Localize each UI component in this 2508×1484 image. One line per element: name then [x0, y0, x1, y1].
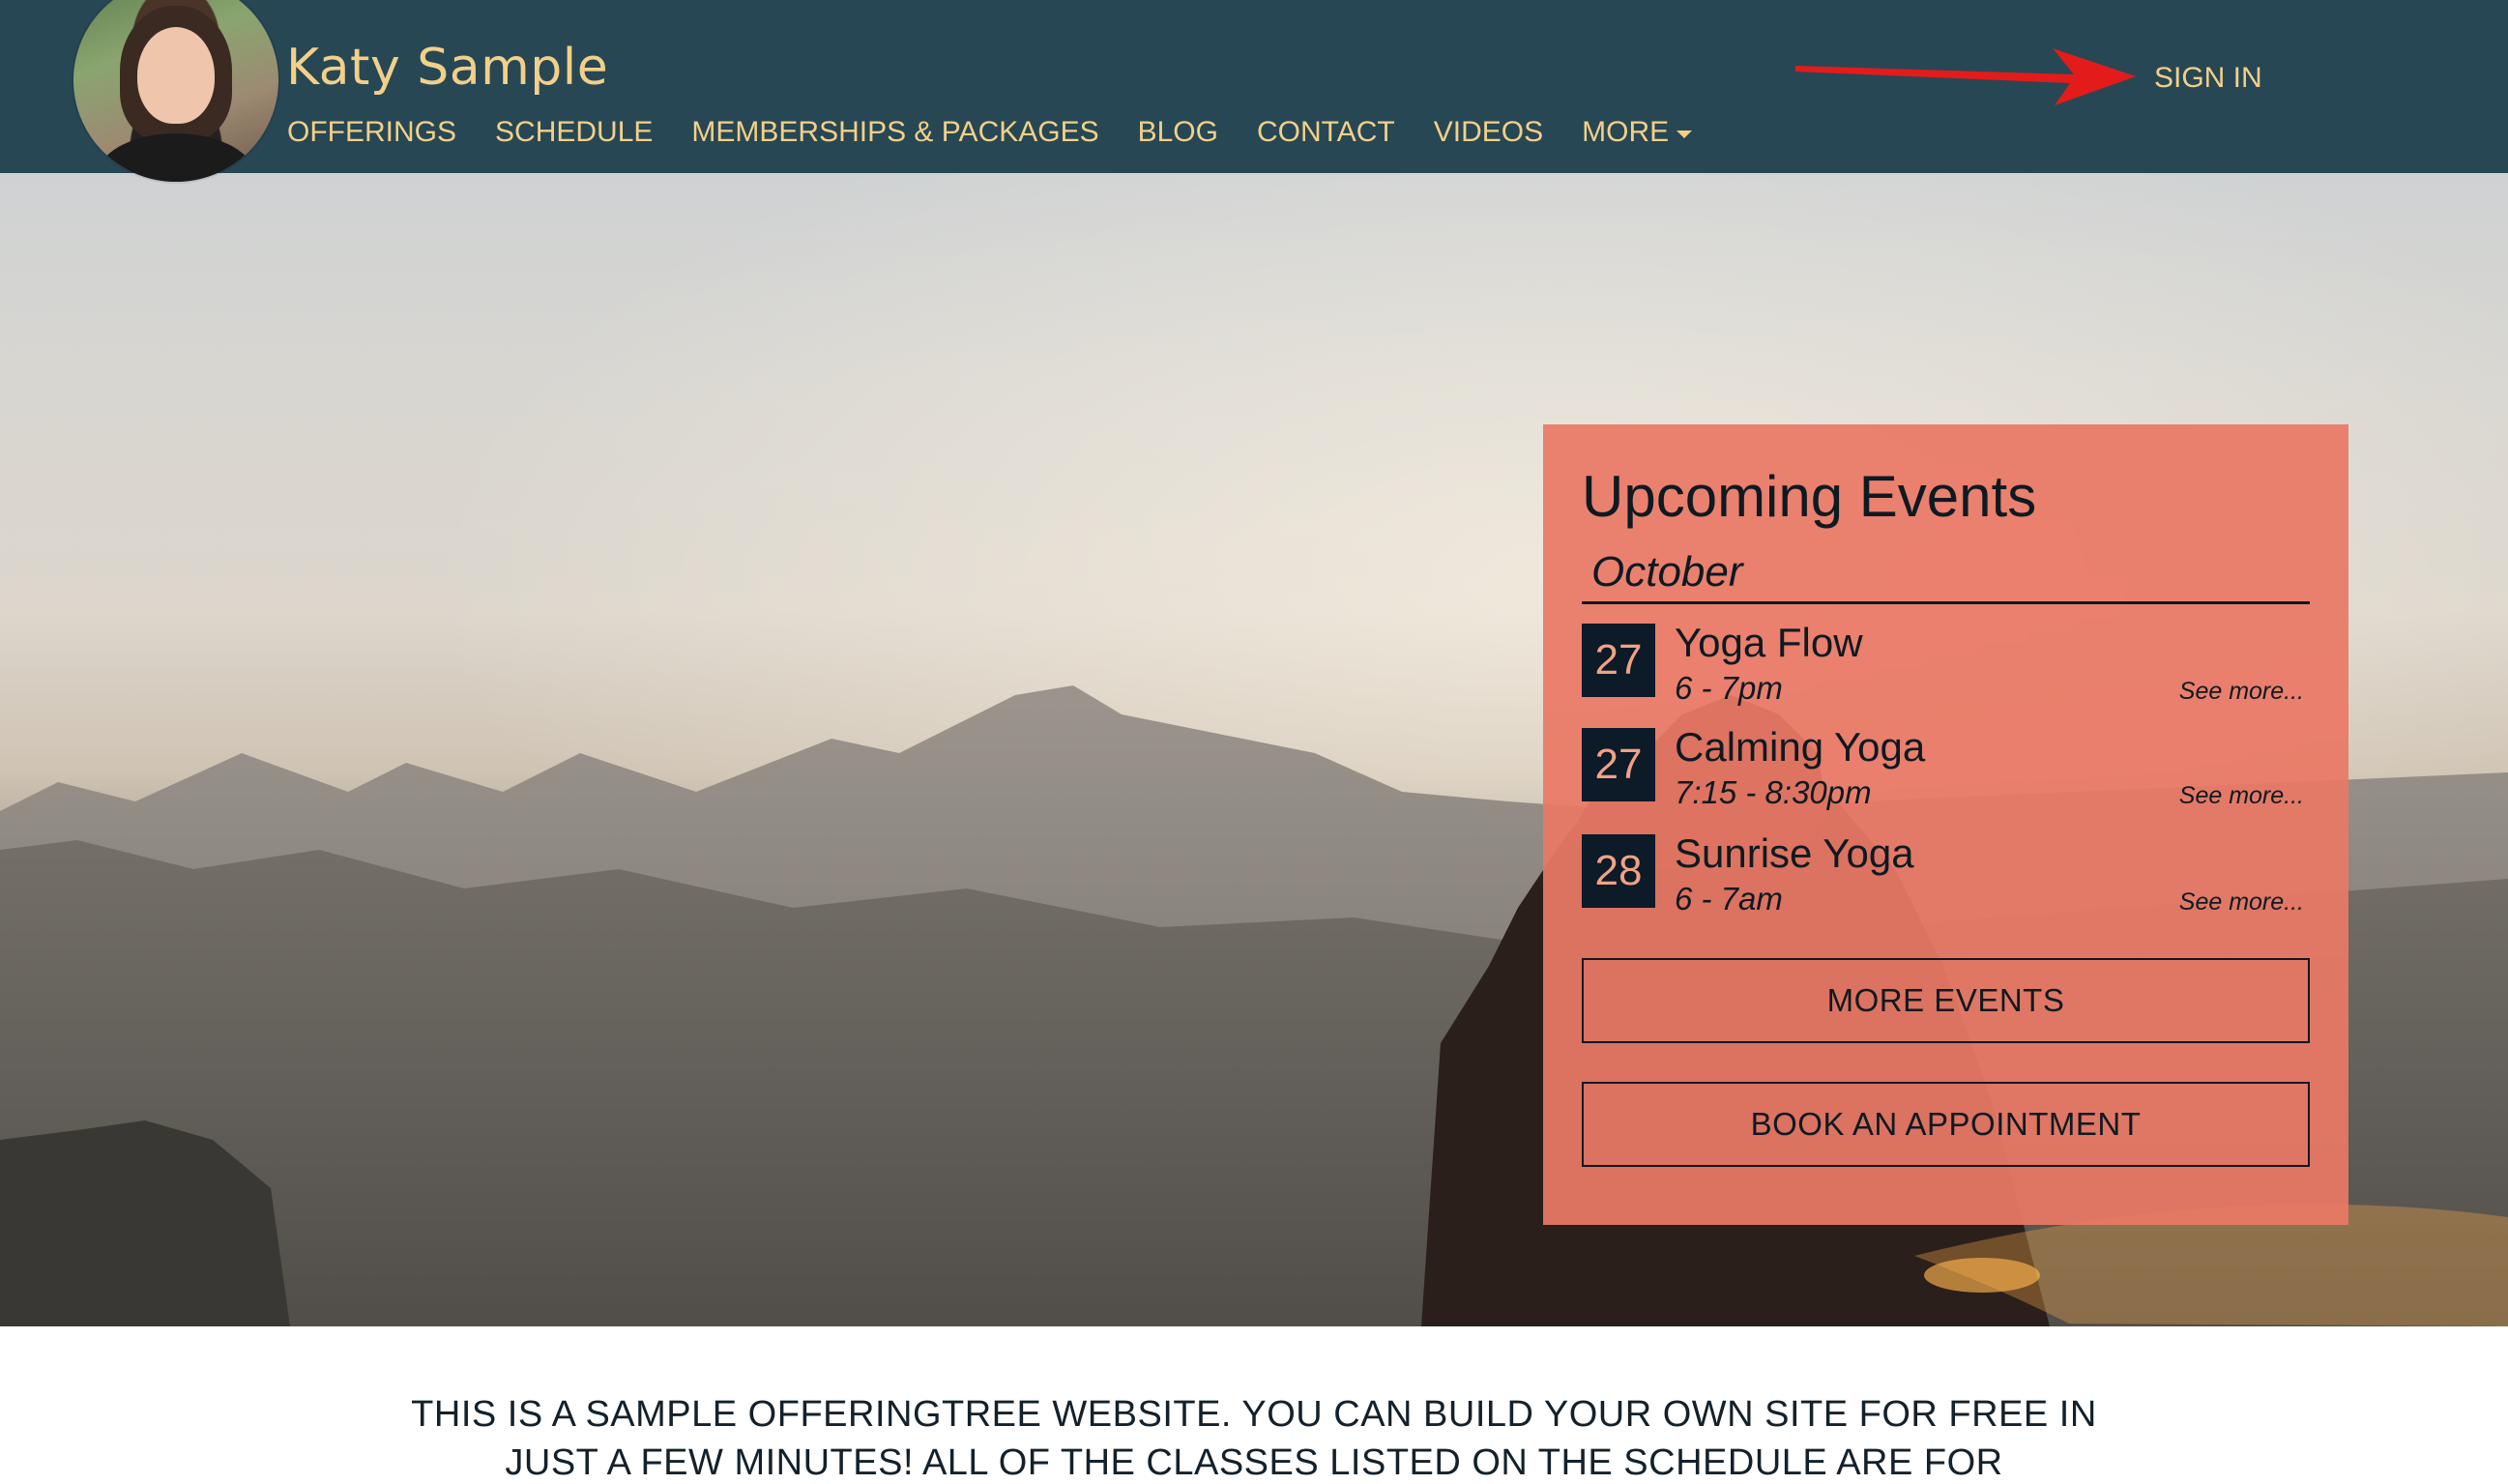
event-name[interactable]: Calming Yoga	[1675, 724, 1925, 771]
more-events-button[interactable]: MORE EVENTS	[1582, 958, 2310, 1043]
event-item[interactable]: 28 Sunrise Yoga 6 - 7am See more...	[1582, 830, 2310, 917]
intro-text-line-2: JUST A FEW MINUTES! ALL OF THE CLASSES L…	[505, 1442, 2003, 1483]
event-time: 6 - 7pm	[1675, 670, 1783, 706]
see-more-link[interactable]: See more...	[2179, 678, 2304, 706]
nav-item-schedule[interactable]: SCHEDULE	[495, 116, 653, 149]
event-name[interactable]: Sunrise Yoga	[1675, 830, 1914, 877]
intro-section: THIS IS A SAMPLE OFFERINGTREE WEBSITE. Y…	[0, 1326, 2508, 1483]
main-nav: OFFERINGS SCHEDULE MEMBERSHIPS & PACKAGE…	[287, 116, 1731, 149]
event-time: 7:15 - 8:30pm	[1675, 774, 1872, 810]
caret-down-icon	[1677, 131, 1693, 138]
events-title: Upcoming Events	[1582, 464, 2037, 529]
site-title[interactable]: Katy Sample	[286, 39, 608, 97]
nav-item-blog[interactable]: BLOG	[1138, 116, 1218, 149]
nav-item-memberships-packages[interactable]: MEMBERSHIPS & PACKAGES	[691, 116, 1098, 149]
sign-in-link[interactable]: SIGN IN	[2154, 62, 2262, 95]
event-date-badge: 27	[1582, 728, 1655, 801]
event-time: 6 - 7am	[1675, 881, 1783, 917]
red-arrow-icon	[1795, 48, 2136, 105]
avatar-face	[137, 27, 215, 124]
event-item[interactable]: 27 Calming Yoga 7:15 - 8:30pm See more..…	[1582, 724, 2310, 810]
nav-item-more[interactable]: MORE	[1582, 116, 1693, 149]
nav-item-videos[interactable]: VIDEOS	[1434, 116, 1543, 149]
hero-image: Upcoming Events October 27 Yoga Flow 6 -…	[0, 173, 2508, 1326]
event-date-badge: 28	[1582, 834, 1655, 908]
events-month: October	[1591, 548, 1743, 596]
nav-item-more-label: MORE	[1582, 116, 1670, 148]
event-date-badge: 27	[1582, 624, 1655, 697]
see-more-link[interactable]: See more...	[2179, 782, 2304, 810]
see-more-link[interactable]: See more...	[2179, 888, 2304, 917]
book-appointment-button[interactable]: BOOK AN APPOINTMENT	[1582, 1082, 2310, 1167]
site-header: Katy Sample OFFERINGS SCHEDULE MEMBERSHI…	[0, 0, 2508, 182]
nav-item-offerings[interactable]: OFFERINGS	[287, 116, 456, 149]
event-item[interactable]: 27 Yoga Flow 6 - 7pm See more...	[1582, 620, 2310, 706]
intro-text-line-1: THIS IS A SAMPLE OFFERINGTREE WEBSITE. Y…	[411, 1394, 2097, 1435]
upcoming-events-panel: Upcoming Events October 27 Yoga Flow 6 -…	[1543, 424, 2348, 1225]
nav-item-contact[interactable]: CONTACT	[1257, 116, 1395, 149]
month-divider	[1582, 601, 2310, 604]
event-name[interactable]: Yoga Flow	[1675, 620, 1863, 666]
avatar-shoulders	[97, 133, 255, 182]
profile-avatar[interactable]	[73, 0, 278, 182]
